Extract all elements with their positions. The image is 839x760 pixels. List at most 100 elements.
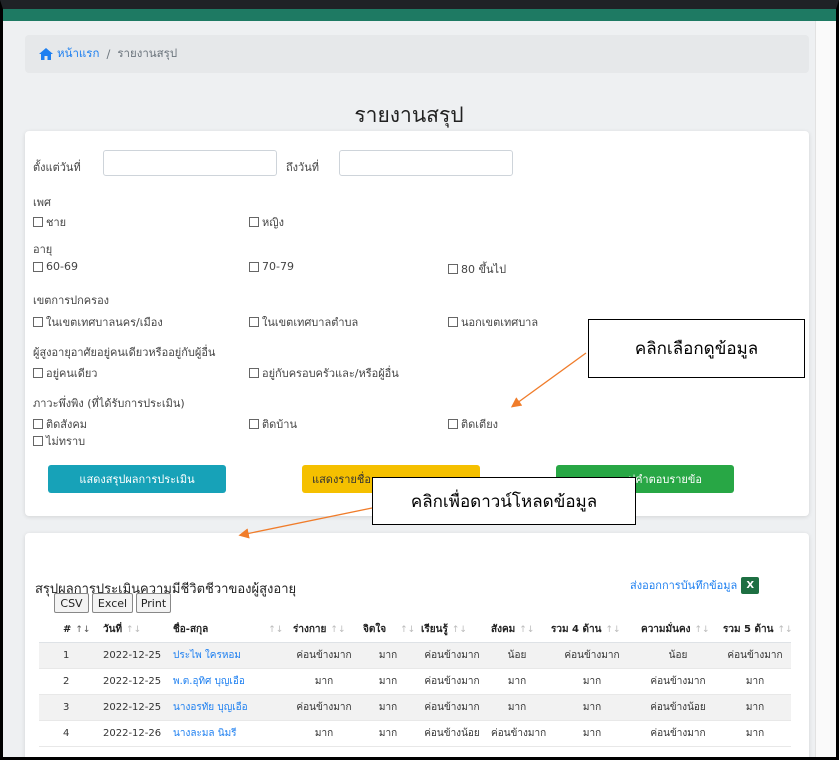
header-total5[interactable]: รวม 5 ด้าน ↑↓: [719, 622, 791, 637]
header-social[interactable]: สังคม ↑↓: [487, 622, 547, 637]
export-records-label: ส่งออกการบันทึกข้อมูล: [630, 579, 738, 592]
checkbox-box[interactable]: [249, 261, 259, 272]
age-60-69-checkbox[interactable]: 60-69: [33, 260, 78, 273]
cell-name-link[interactable]: ประไพ ใครหอม: [169, 648, 289, 663]
district-city-checkbox[interactable]: ในเขตเทศบาลนคร/เมือง: [33, 313, 163, 331]
checkbox-box[interactable]: [249, 217, 259, 227]
checkbox-box[interactable]: [249, 419, 259, 429]
header-label: วันที่: [103, 624, 123, 635]
cell-total4: มาก: [582, 702, 602, 713]
cell-name-link[interactable]: นางอรทัย บุญเอือ: [169, 700, 289, 715]
cell-date: 2022-12-25: [103, 650, 162, 661]
header-index[interactable]: # ↑↓: [39, 624, 99, 635]
option-label: อยู่คนเดียว: [46, 367, 98, 380]
sort-icon: ↑↓: [268, 625, 284, 635]
header-label: ชื่อ-สกุล: [173, 624, 209, 635]
checkbox-box[interactable]: [249, 368, 259, 378]
option-label: ไม่ทราบ: [46, 435, 86, 448]
header-label: ความมั่นคง: [641, 624, 691, 635]
checkbox-box[interactable]: [249, 317, 259, 327]
checkbox-box[interactable]: [33, 419, 43, 429]
show-summary-button[interactable]: แสดงสรุปผลการประเมิน: [48, 465, 226, 493]
cell-learning: ค่อนข้างมาก: [424, 702, 480, 713]
excel-button[interactable]: Excel: [92, 593, 133, 613]
checkbox-box[interactable]: [448, 264, 458, 274]
option-label: 60-69: [46, 260, 78, 273]
option-label: อยู่กับครอบครัวและ/หรือผู้อื่น: [262, 367, 399, 380]
vertical-scrollbar[interactable]: [815, 21, 836, 757]
checkbox-box[interactable]: [33, 217, 43, 227]
csv-button[interactable]: CSV: [54, 593, 89, 613]
table-row: 4 2022-12-26 นางละมล นิมรี มาก มาก ค่อนข้างน้…: [39, 721, 791, 747]
living-family-checkbox[interactable]: อยู่กับครอบครัวและ/หรือผู้อื่น: [249, 364, 399, 382]
sort-icon: ↑↓: [75, 625, 91, 635]
cell-social: น้อย: [507, 650, 527, 661]
table-header-row: # ↑↓ วันที่ ↑↓ ชื่อ-สกุล ↑↓ ร่างกาย ↑↓ จิตใจ…: [39, 617, 791, 643]
header-learning[interactable]: เรียนรู้ ↑↓: [417, 622, 487, 637]
gender-male-checkbox[interactable]: ชาย: [33, 213, 66, 231]
breadcrumb-home-link[interactable]: หน้าแรก: [39, 45, 99, 63]
export-records-link[interactable]: ส่งออกการบันทึกข้อมูล X: [630, 576, 760, 594]
checkbox-box[interactable]: [33, 317, 43, 327]
breadcrumb-separator: /: [106, 47, 111, 61]
to-date-label: ถึงวันที่: [286, 161, 319, 174]
cell-index: 3: [63, 702, 70, 713]
checkbox-box[interactable]: [33, 436, 43, 446]
gender-female-checkbox[interactable]: หญิง: [249, 213, 284, 231]
dependency-home-checkbox[interactable]: ติดบ้าน: [249, 415, 297, 433]
table-body: 1 2022-12-25 ประไพ ใครหอม ค่อนข้างมาก มาก ค่อ…: [39, 643, 791, 747]
header-mental[interactable]: จิตใจ ↑↓: [359, 622, 417, 637]
option-label: ติดเตียง: [461, 418, 499, 431]
option-label: หญิง: [262, 216, 284, 229]
breadcrumb-home-label: หน้าแรก: [57, 46, 100, 60]
cell-total5: มาก: [745, 702, 765, 713]
cell-learning: ค่อนข้างน้อย: [424, 728, 480, 739]
cell-index: 4: [63, 728, 70, 739]
header-security[interactable]: ความมั่นคง ↑↓: [637, 622, 719, 637]
header-date[interactable]: วันที่ ↑↓: [99, 622, 169, 637]
checkbox-box[interactable]: [448, 419, 458, 429]
checkbox-box[interactable]: [33, 368, 43, 378]
cell-name-link[interactable]: พ.ต.อุทิศ บุญเอือ: [169, 674, 289, 689]
dependency-social-checkbox[interactable]: ติดสังคม: [33, 415, 87, 433]
district-subdistrict-checkbox[interactable]: ในเขตเทศบาลตำบล: [249, 313, 358, 331]
header-label: สังคม: [491, 624, 516, 635]
cell-date: 2022-12-25: [103, 676, 162, 687]
header-label: จิตใจ: [363, 624, 387, 635]
option-label: ติดบ้าน: [262, 418, 297, 431]
cell-security: น้อย: [668, 650, 688, 661]
to-date-input[interactable]: [339, 150, 513, 176]
living-alone-checkbox[interactable]: อยู่คนเดียว: [33, 364, 97, 382]
cell-date: 2022-12-26: [103, 728, 162, 739]
checkbox-box[interactable]: [33, 261, 43, 272]
cell-index: 2: [63, 676, 70, 687]
option-label: 80 ขึ้นไป: [461, 263, 507, 276]
cell-total5: มาก: [745, 676, 765, 687]
from-date-input[interactable]: [103, 150, 277, 176]
checkbox-box[interactable]: [448, 317, 458, 327]
cell-mental: มาก: [378, 676, 398, 687]
district-outside-checkbox[interactable]: นอกเขตเทศบาล: [448, 313, 538, 331]
cell-name-link[interactable]: นางละมล นิมรี: [169, 726, 289, 741]
cell-security: ค่อนข้างมาก: [650, 676, 706, 687]
age-label: อายุ: [33, 243, 53, 256]
dependency-unknown-checkbox[interactable]: ไม่ทราบ: [33, 432, 85, 450]
print-button[interactable]: Print: [136, 593, 171, 613]
cell-learning: ค่อนข้างมาก: [424, 650, 480, 661]
age-70-79-checkbox[interactable]: 70-79: [249, 260, 294, 273]
sort-icon: ↑↓: [519, 625, 535, 635]
sort-icon: ↑↓: [451, 625, 467, 635]
gender-label: เพศ: [33, 196, 51, 209]
table-row: 1 2022-12-25 ประไพ ใครหอม ค่อนข้างมาก มาก ค่อ…: [39, 643, 791, 669]
dependency-label: ภาวะพึ่งพิง (ที่ได้รับการประเมิน): [33, 397, 185, 410]
results-table: # ↑↓ วันที่ ↑↓ ชื่อ-สกุล ↑↓ ร่างกาย ↑↓ จิตใจ…: [39, 617, 791, 747]
age-80-plus-checkbox[interactable]: 80 ขึ้นไป: [448, 260, 506, 278]
table-row: 3 2022-12-25 นางอรทัย บุญเอือ ค่อนข้างมาก มา…: [39, 695, 791, 721]
cell-learning: ค่อนข้างมาก: [424, 676, 480, 687]
sort-icon: ↑↓: [605, 625, 621, 635]
header-physical[interactable]: ร่างกาย ↑↓: [289, 622, 359, 637]
header-total4[interactable]: รวม 4 ด้าน ↑↓: [547, 622, 637, 637]
header-name[interactable]: ชื่อ-สกุล ↑↓: [169, 622, 289, 637]
dependency-bed-checkbox[interactable]: ติดเตียง: [448, 415, 498, 433]
cell-social: ค่อนข้างมาก: [491, 728, 547, 739]
